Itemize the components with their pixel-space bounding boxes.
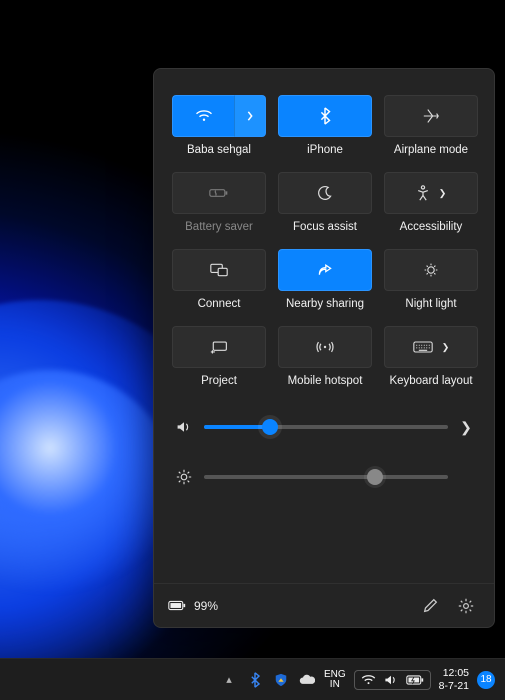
connect-tile[interactable]: [172, 249, 266, 291]
gear-icon: [458, 598, 474, 614]
night-light-tile[interactable]: [384, 249, 478, 291]
battery-saver-icon: [209, 187, 229, 199]
quick-settings-grid: Baba sehgal iPhone Airplane mode: [172, 95, 476, 393]
battery-saver-label: Battery saver: [185, 221, 253, 233]
share-icon: [317, 263, 333, 277]
nightlight-icon: [423, 262, 439, 278]
airplane-icon: [422, 108, 440, 124]
connect-label: Connect: [198, 298, 241, 310]
keyboard-layout-tile[interactable]: ❯: [384, 326, 478, 368]
wifi-expand-button[interactable]: [234, 95, 266, 137]
focus-assist-tile[interactable]: [278, 172, 372, 214]
connect-icon: [210, 263, 228, 277]
keyboard-icon: [413, 341, 433, 353]
notifications-button[interactable]: 18: [477, 671, 495, 689]
edit-quick-settings-button[interactable]: [416, 592, 444, 620]
volume-icon: [384, 674, 398, 686]
lang-bottom: IN: [330, 680, 340, 690]
show-hidden-icons-button[interactable]: ▴: [220, 671, 238, 689]
security-tray-icon[interactable]: [272, 671, 290, 689]
settings-button[interactable]: [452, 592, 480, 620]
volume-icon: [176, 420, 192, 434]
airplane-label: Airplane mode: [394, 144, 468, 156]
battery-percent-text: 99%: [194, 599, 218, 613]
hotspot-icon: [316, 340, 334, 354]
battery-icon: [168, 600, 186, 611]
brightness-thumb[interactable]: [367, 469, 383, 485]
accessibility-icon: [416, 185, 430, 201]
wifi-label: Baba sehgal: [187, 144, 251, 156]
mobile-hotspot-tile[interactable]: [278, 326, 372, 368]
brightness-slider-row: [176, 463, 472, 491]
volume-slider-row: ❯: [176, 413, 472, 441]
language-switcher[interactable]: ENG IN: [324, 670, 346, 690]
project-icon: [210, 340, 228, 354]
notification-count: 18: [480, 674, 491, 685]
project-tile[interactable]: [172, 326, 266, 368]
bluetooth-tile[interactable]: [278, 95, 372, 137]
pencil-icon: [423, 598, 438, 613]
lang-top: ENG: [324, 670, 346, 680]
mobile-hotspot-label: Mobile hotspot: [288, 375, 363, 387]
wifi-icon: [361, 674, 376, 686]
night-light-label: Night light: [405, 298, 456, 310]
keyboard-layout-label: Keyboard layout: [389, 375, 472, 387]
onedrive-tray-icon[interactable]: [298, 671, 316, 689]
quick-settings-panel: Baba sehgal iPhone Airplane mode: [153, 68, 495, 628]
clock-date: 8-7-21: [439, 680, 469, 692]
wifi-tile[interactable]: [172, 95, 266, 137]
wifi-icon: [195, 109, 213, 123]
wifi-toggle[interactable]: [172, 95, 234, 137]
bluetooth-icon: [319, 107, 331, 125]
brightness-slider[interactable]: [204, 475, 448, 479]
chevron-right-icon: [246, 111, 254, 121]
chevron-right-icon: ❯: [442, 342, 450, 353]
accessibility-tile[interactable]: ❯: [384, 172, 478, 214]
network-volume-battery-button[interactable]: [354, 670, 431, 690]
bluetooth-tray-icon[interactable]: [246, 671, 264, 689]
clock-time: 12:05: [443, 667, 469, 679]
nearby-sharing-tile[interactable]: [278, 249, 372, 291]
moon-icon: [317, 185, 333, 201]
volume-slider[interactable]: [204, 425, 448, 429]
focus-assist-label: Focus assist: [293, 221, 357, 233]
brightness-icon: [176, 469, 192, 485]
battery-icon: [406, 675, 424, 685]
taskbar: ▴ ENG IN 12:05 8-7-21 18: [0, 658, 505, 700]
chevron-right-icon: ❯: [439, 188, 447, 199]
nearby-sharing-label: Nearby sharing: [286, 298, 364, 310]
battery-saver-tile: [172, 172, 266, 214]
project-label: Project: [201, 375, 237, 387]
quick-settings-footer: 99%: [154, 583, 494, 627]
airplane-tile[interactable]: [384, 95, 478, 137]
accessibility-label: Accessibility: [400, 221, 463, 233]
volume-thumb[interactable]: [262, 419, 278, 435]
bluetooth-label: iPhone: [307, 144, 343, 156]
volume-expand-button[interactable]: ❯: [460, 419, 472, 436]
clock-button[interactable]: 12:05 8-7-21: [439, 667, 469, 691]
